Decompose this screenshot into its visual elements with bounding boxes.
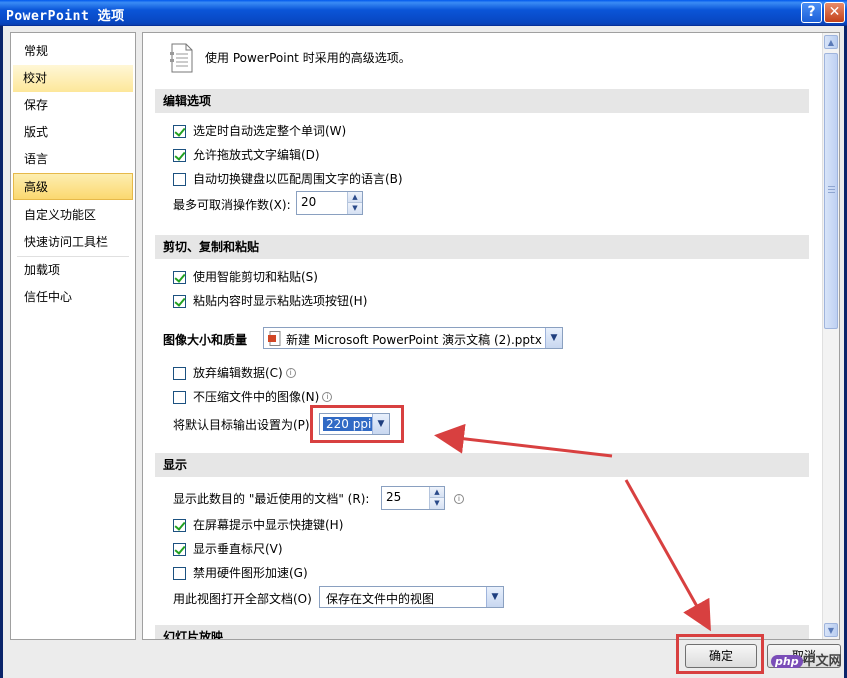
arrow-to-ppi <box>434 423 613 458</box>
watermark-logo: php <box>771 655 803 668</box>
watermark: php 中文网 <box>771 650 842 669</box>
arrow-to-ok <box>624 479 711 632</box>
watermark-text: 中文网 <box>802 654 842 669</box>
annotation-arrows <box>434 423 711 632</box>
